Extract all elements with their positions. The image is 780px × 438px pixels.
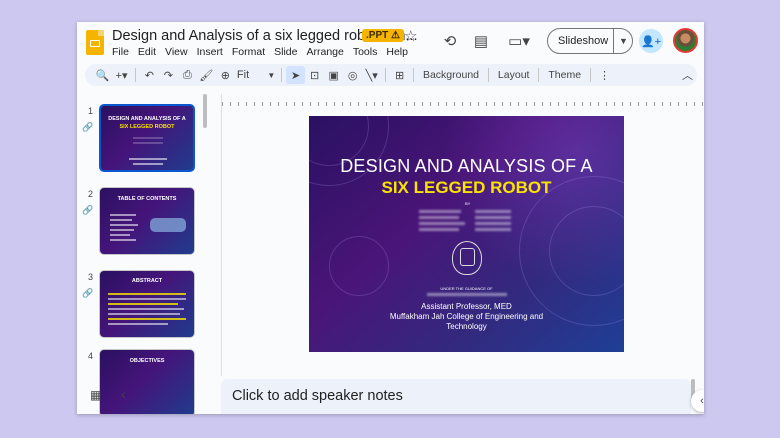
thumbnail-slide-4[interactable]: OBJECTIVES — [99, 349, 195, 414]
thumb-number: 2 — [88, 189, 94, 199]
zoom-icon[interactable]: ⊕ — [216, 66, 235, 84]
side-panel-toggle-icon[interactable]: ‹ — [691, 390, 704, 412]
search-menus-icon[interactable]: 🔍 — [93, 66, 112, 84]
college-line-1: Muffakham Jah College of Engineering and — [389, 312, 544, 321]
slide-subtitle[interactable]: SIX LEGGED ROBOT — [309, 178, 624, 198]
menu-file[interactable]: File — [112, 46, 129, 58]
avatar[interactable] — [673, 28, 698, 53]
shape-icon[interactable]: ◎ — [343, 66, 362, 84]
filmstrip-scrollbar[interactable] — [203, 94, 207, 128]
zoom-value: Fit — [236, 69, 250, 81]
menu-bar: File Edit View Insert Format Slide Arran… — [112, 46, 408, 58]
slide-canvas[interactable]: DESIGN AND ANALYSIS OF A SIX LEGGED ROBO… — [221, 94, 704, 387]
thumb-title: OBJECTIVES — [129, 358, 165, 364]
menu-tools[interactable]: Tools — [353, 46, 378, 58]
slideshow-dropdown-icon[interactable]: ▼ — [614, 36, 628, 46]
guide-details: Assistant Professor, MED Muffakham Jah C… — [309, 302, 624, 332]
version-history-icon[interactable]: ⟲ — [440, 32, 460, 50]
menu-view[interactable]: View — [165, 46, 188, 58]
print-icon[interactable]: ⎙ — [178, 66, 197, 84]
comments-icon[interactable]: ▤ — [471, 32, 491, 50]
add-person-icon: 👤+ — [640, 35, 662, 48]
link-icon: 🔗 — [82, 288, 94, 298]
slide-title[interactable]: DESIGN AND ANALYSIS OF A — [309, 156, 624, 177]
guide-title: Assistant Professor, MED — [421, 302, 512, 311]
theme-button[interactable]: Theme — [543, 69, 586, 81]
text-box-icon[interactable]: ⊡ — [305, 66, 324, 84]
slides-window: Design and Analysis of a six legged robo… — [77, 22, 704, 414]
add-comment-icon[interactable]: ⊞ — [390, 66, 409, 84]
thumb-number: 1 — [88, 106, 94, 116]
thumb-title: TABLE OF CONTENTS — [117, 196, 177, 202]
paint-format-icon[interactable]: 🖌 — [197, 66, 216, 84]
star-icon[interactable]: ☆ — [404, 27, 417, 45]
background-button[interactable]: Background — [418, 69, 484, 81]
undo-icon[interactable]: ↶ — [140, 66, 159, 84]
new-slide-icon[interactable]: +▾ — [112, 66, 131, 84]
ppt-format-badge[interactable]: .PPT ⚠ — [362, 29, 404, 42]
thumbnail-slide-3[interactable]: ABSTRACT — [99, 270, 195, 338]
thumb-title: DESIGN AND ANALYSIS OF A — [108, 116, 186, 122]
menu-edit[interactable]: Edit — [138, 46, 156, 58]
redo-icon[interactable]: ↷ — [159, 66, 178, 84]
thumbnail-slide-2[interactable]: TABLE OF CONTENTS — [99, 187, 195, 255]
menu-arrange[interactable]: Arrange — [306, 46, 343, 58]
guidance-label: UNDER THE GUIDANCE OF — [440, 286, 493, 291]
menu-slide[interactable]: Slide — [274, 46, 297, 58]
filmstrip: 1 🔗 DESIGN AND ANALYSIS OF A SIX LEGGED … — [77, 94, 213, 414]
link-icon: 🔗 — [82, 122, 94, 132]
speaker-notes[interactable]: Click to add speaker notes — [221, 379, 691, 414]
thumb-number: 3 — [88, 272, 94, 282]
speaker-notes-placeholder[interactable]: Click to add speaker notes — [232, 388, 403, 404]
insert-image-icon[interactable]: ▣ — [324, 66, 343, 84]
slideshow-label[interactable]: Slideshow — [548, 29, 614, 53]
slideshow-button[interactable]: Slideshow ▼ — [547, 28, 633, 54]
college-line-2: Technology — [446, 322, 487, 331]
zoom-select[interactable]: Fit ▼ — [235, 66, 277, 84]
menu-format[interactable]: Format — [232, 46, 265, 58]
select-cursor-icon[interactable]: ➤ — [286, 66, 306, 84]
slide-by-label: BY — [465, 201, 471, 206]
horizontal-ruler — [222, 94, 704, 106]
current-slide[interactable]: DESIGN AND ANALYSIS OF A SIX LEGGED ROBO… — [309, 116, 624, 352]
menu-insert[interactable]: Insert — [197, 46, 223, 58]
toolbar: 🔍 +▾ ↶ ↷ ⎙ 🖌 ⊕ Fit ▼ ➤ ⊡ ▣ ◎ ╲▾ ⊞ Backgro… — [85, 64, 697, 86]
meet-video-icon[interactable]: ▭▾ — [505, 32, 533, 50]
thumb-title: ABSTRACT — [131, 278, 163, 284]
menu-help[interactable]: Help — [386, 46, 408, 58]
college-emblem-icon — [452, 241, 482, 275]
layout-button[interactable]: Layout — [493, 69, 535, 81]
chevron-left-icon[interactable]: ‹ — [121, 386, 126, 402]
slides-logo-icon[interactable] — [86, 30, 104, 55]
thumb-number: 4 — [88, 351, 94, 361]
more-options-icon[interactable]: ⋮ — [595, 66, 614, 84]
share-button[interactable]: 👤+ — [639, 29, 663, 53]
collapse-toolbar-icon[interactable]: ︿ — [678, 66, 697, 84]
grid-view-icon[interactable]: ▦ — [90, 388, 101, 402]
thumb-subtitle: SIX LEGGED ROBOT — [119, 124, 175, 130]
line-icon[interactable]: ╲▾ — [362, 66, 381, 84]
link-icon: 🔗 — [82, 205, 94, 215]
thumbnail-slide-1[interactable]: DESIGN AND ANALYSIS OF A SIX LEGGED ROBO… — [99, 104, 195, 172]
